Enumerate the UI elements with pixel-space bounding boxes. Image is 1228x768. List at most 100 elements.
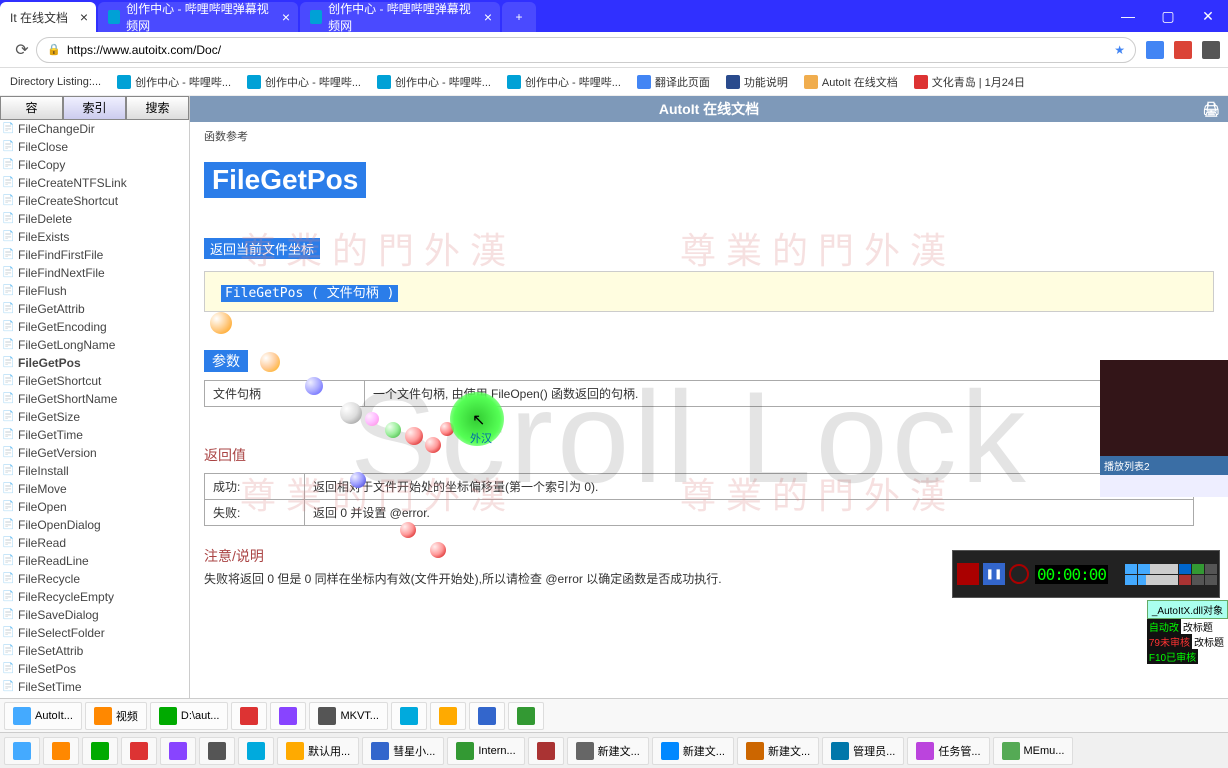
taskbar-item[interactable]	[391, 702, 427, 730]
sidebar-tab-contents[interactable]: 容	[0, 96, 63, 120]
bookmark-item[interactable]: 创作中心 - 哔哩哔...	[243, 72, 365, 92]
sidebar-item[interactable]: FileGetSize	[0, 408, 189, 426]
bookmark-item[interactable]: Directory Listing:...	[6, 74, 105, 90]
sidebar-item[interactable]: FileGetLongName	[0, 336, 189, 354]
sidebar-item[interactable]: FileSelectFolder	[0, 624, 189, 642]
sidebar-item[interactable]: FileGetAttrib	[0, 300, 189, 318]
bookmark-item[interactable]: AutoIt 在线文档	[800, 72, 902, 92]
sidebar-item[interactable]: FileSetAttrib	[0, 642, 189, 660]
sidebar-item[interactable]: FileInstall	[0, 462, 189, 480]
playlist-controls[interactable]	[1100, 475, 1228, 497]
sidebar-item[interactable]: FileGetEncoding	[0, 318, 189, 336]
video-thumbnail[interactable]	[1100, 360, 1228, 456]
tab-title: 创作中心 - 哔哩哔哩弹幕视频网	[328, 0, 472, 34]
sidebar-item[interactable]: FileRead	[0, 534, 189, 552]
sidebar-item[interactable]: FileFindFirstFile	[0, 246, 189, 264]
app-icon	[576, 742, 594, 760]
translate-icon[interactable]	[1146, 41, 1164, 59]
taskbar-item[interactable]	[4, 737, 40, 765]
taskbar-item[interactable]: Intern...	[447, 737, 524, 765]
taskbar-item[interactable]: 默认用...	[277, 737, 359, 765]
screen-recorder[interactable]: ❚❚ 00:00:00	[952, 550, 1220, 598]
taskbar-item[interactable]: AutoIt...	[4, 702, 82, 730]
extension-icon[interactable]	[1202, 41, 1220, 59]
sidebar-item[interactable]: FileGetTime	[0, 426, 189, 444]
sidebar-item[interactable]: FileChangeDir	[0, 120, 189, 138]
sidebar-item[interactable]: FileClose	[0, 138, 189, 156]
taskbar-item[interactable]: 任务管...	[907, 737, 989, 765]
taskbar-item[interactable]	[469, 702, 505, 730]
bookmark-item[interactable]: 创作中心 - 哔哩哔...	[113, 72, 235, 92]
sidebar-item[interactable]: FileCopy	[0, 156, 189, 174]
close-icon[interactable]: ×	[484, 9, 492, 25]
close-icon[interactable]: ×	[282, 9, 290, 25]
app-icon	[130, 742, 148, 760]
sidebar-item[interactable]: FileCreateNTFSLink	[0, 174, 189, 192]
taskbar-item[interactable]	[82, 737, 118, 765]
taskbar-item[interactable]: 彗星小...	[362, 737, 444, 765]
taskbar-item[interactable]	[199, 737, 235, 765]
close-icon[interactable]: ×	[80, 9, 88, 25]
sidebar-item[interactable]: FileGetShortcut	[0, 372, 189, 390]
sidebar-item[interactable]: FileExists	[0, 228, 189, 246]
browser-tab[interactable]: 创作中心 - 哔哩哔哩弹幕视频网 ×	[98, 2, 298, 32]
sidebar-item[interactable]: FileGetVersion	[0, 444, 189, 462]
sidebar-item[interactable]: FileOpenDialog	[0, 516, 189, 534]
taskbar-item[interactable]: 新建文...	[652, 737, 734, 765]
pause-button[interactable]: ❚❚	[983, 563, 1005, 585]
taskbar-item[interactable]	[270, 702, 306, 730]
new-tab-button[interactable]: +	[502, 2, 536, 32]
taskbar-item[interactable]	[43, 737, 79, 765]
bookmark-item[interactable]: 创作中心 - 哔哩哔...	[503, 72, 625, 92]
record-button[interactable]	[957, 563, 979, 585]
print-icon[interactable]: 🖨	[1202, 101, 1220, 118]
bookmark-item[interactable]: 翻译此页面	[633, 72, 714, 92]
minimize-button[interactable]: —	[1108, 0, 1148, 32]
sidebar-item[interactable]: FileCreateShortcut	[0, 192, 189, 210]
browser-tab[interactable]: 创作中心 - 哔哩哔哩弹幕视频网 ×	[300, 2, 500, 32]
taskbar-item[interactable]: 新建文...	[567, 737, 649, 765]
sidebar-item[interactable]: FileSaveDialog	[0, 606, 189, 624]
sidebar-item[interactable]: FileDelete	[0, 210, 189, 228]
sidebar-item[interactable]: FileFindNextFile	[0, 264, 189, 282]
taskbar-item[interactable]	[430, 702, 466, 730]
taskbar-item[interactable]: 视频	[85, 702, 147, 730]
taskbar-item[interactable]: 新建文...	[737, 737, 819, 765]
sidebar-tab-search[interactable]: 搜索	[126, 96, 189, 120]
sidebar-item[interactable]: FileGetPos	[0, 354, 189, 372]
sidebar-list[interactable]: FileChangeDirFileCloseFileCopyFileCreate…	[0, 120, 189, 698]
bookmark-item[interactable]: 文化青岛 | 1月24日	[910, 72, 1029, 92]
bookmark-item[interactable]: 功能说明	[722, 72, 792, 92]
sidebar-tab-index[interactable]: 索引	[63, 96, 126, 120]
bookmark-star-icon[interactable]: ★	[1114, 43, 1125, 57]
translate-icon	[637, 75, 651, 89]
reload-button[interactable]: ⟳	[8, 40, 36, 60]
bookmark-item[interactable]: 创作中心 - 哔哩哔...	[373, 72, 495, 92]
taskbar-item[interactable]: MKVT...	[309, 702, 388, 730]
sidebar-item[interactable]: FileFlush	[0, 282, 189, 300]
taskbar-item[interactable]	[528, 737, 564, 765]
browser-tab-active[interactable]: It 在线文档 ×	[0, 2, 96, 32]
sidebar-item[interactable]: FileGetShortName	[0, 390, 189, 408]
doc-sidebar: 容 索引 搜索 FileChangeDirFileCloseFileCopyFi…	[0, 96, 190, 698]
taskbar-item[interactable]: 管理员...	[822, 737, 904, 765]
extension-icon[interactable]	[1174, 41, 1192, 59]
url-input[interactable]: 🔒 https://www.autoitx.com/Doc/ ★	[36, 37, 1136, 63]
sidebar-item[interactable]: FileSetTime	[0, 678, 189, 696]
maximize-button[interactable]: ▢	[1148, 0, 1188, 32]
taskbar-item[interactable]	[160, 737, 196, 765]
sidebar-item[interactable]: FileSetPos	[0, 660, 189, 678]
sidebar-item[interactable]: FileRecycleEmpty	[0, 588, 189, 606]
taskbar-item[interactable]: D:\aut...	[150, 702, 229, 730]
sidebar-item[interactable]: FileReadLine	[0, 552, 189, 570]
taskbar-item[interactable]: MEmu...	[993, 737, 1074, 765]
taskbar-item[interactable]	[508, 702, 544, 730]
taskbar-item[interactable]	[238, 737, 274, 765]
taskbar-item[interactable]	[121, 737, 157, 765]
taskbar-item[interactable]	[231, 702, 267, 730]
app-icon	[371, 742, 389, 760]
close-button[interactable]: ✕	[1188, 0, 1228, 32]
sidebar-item[interactable]: FileOpen	[0, 498, 189, 516]
sidebar-item[interactable]: FileRecycle	[0, 570, 189, 588]
sidebar-item[interactable]: FileMove	[0, 480, 189, 498]
